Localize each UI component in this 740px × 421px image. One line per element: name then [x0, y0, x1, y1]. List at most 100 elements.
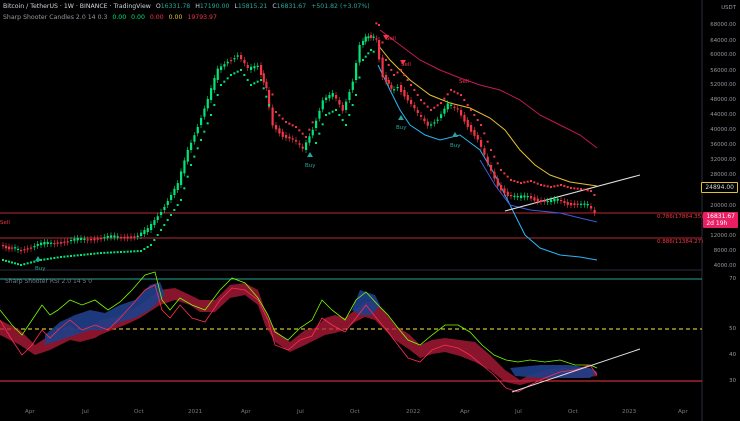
trailing-stop-dot: [367, 52, 370, 55]
trailing-stop-dot: [14, 262, 16, 265]
candle: [213, 78, 216, 90]
trailing-stop-dot: [113, 251, 116, 254]
trailing-stop-dot: [560, 184, 562, 186]
indicator-value: 0.00: [149, 14, 164, 21]
candle: [378, 40, 381, 60]
trailing-stop-dot: [43, 258, 46, 261]
candle: [230, 60, 233, 62]
trailing-stop-dot: [510, 179, 512, 181]
indicator-legend-rsi[interactable]: Sharp Shooter RSI 2.0 14 5 0: [5, 278, 92, 285]
trailing-stop-dot: [103, 251, 106, 254]
indicator-legend-candles[interactable]: Sharp Shooter Candles 2.0 14 0.3 0.00 0.…: [3, 14, 220, 21]
candle: [285, 135, 288, 138]
candle: [566, 202, 569, 205]
trailing-stop-dot: [381, 41, 384, 44]
candle: [246, 65, 249, 69]
time-tick: Jul: [297, 409, 304, 415]
trailing-stop-dot: [446, 93, 449, 96]
candle: [153, 220, 156, 225]
candle: [506, 191, 509, 197]
candle: [533, 197, 536, 201]
trailing-stop-dot: [351, 104, 354, 106]
trailing-stop-dot: [338, 114, 341, 116]
price-trendline[interactable]: [504, 174, 641, 212]
symbol-title[interactable]: Bitcoin / TetherUS · 1W · BINANCE · Trad…: [3, 3, 151, 10]
candle: [473, 130, 476, 136]
sell-signal: Sell: [400, 60, 411, 68]
trailing-stop-dot: [358, 76, 361, 79]
trailing-stop-dot: [271, 93, 274, 96]
candle: [436, 119, 439, 121]
candle: [318, 110, 321, 119]
candle: [253, 66, 256, 69]
candle: [116, 236, 119, 238]
trailing-stop-dot: [486, 140, 489, 143]
candle: [396, 86, 399, 89]
trailing-stop-dot: [583, 188, 586, 191]
trailing-stop-dot: [93, 252, 96, 255]
price-tick: 40000.00: [710, 127, 736, 133]
trailing-stop-dot: [490, 149, 492, 151]
candle: [341, 105, 344, 111]
trailing-stop-dot: [420, 99, 422, 101]
trailing-stop-dot: [364, 55, 367, 58]
candle: [76, 238, 79, 241]
trailing-stop-dot: [30, 261, 32, 264]
trailing-stop-dot: [73, 254, 76, 257]
candle: [2, 245, 5, 247]
trailing-stop-dot: [433, 106, 436, 109]
candle: [586, 204, 589, 206]
candle: [400, 85, 403, 92]
trailing-stop-dot: [341, 119, 344, 121]
candle: [362, 40, 365, 45]
trailing-stop-dot: [321, 123, 324, 126]
candle: [348, 91, 351, 100]
candle: [150, 223, 153, 230]
trailing-stop-dot: [416, 94, 419, 96]
candle: [96, 238, 99, 240]
candle: [288, 136, 291, 139]
trailing-stop-dot: [2, 259, 4, 261]
candle: [73, 238, 76, 241]
trailing-stop-dot: [566, 186, 569, 188]
bar-countdown: 2d 19h: [706, 220, 728, 227]
trailing-stop-dot: [193, 155, 196, 158]
candle: [56, 242, 59, 244]
fib-786-label: 0.786(17864.35): [657, 214, 704, 220]
candle: [120, 237, 123, 239]
price-tick: 44000.00: [710, 112, 736, 118]
rsi-cloud-blue: [45, 282, 165, 345]
time-tick: Apr: [678, 409, 688, 415]
trailing-stop-dot: [372, 50, 375, 53]
price-tick: 20000.00: [710, 203, 736, 209]
trailing-stop-dot: [430, 109, 432, 111]
red-band-line: [379, 29, 598, 149]
time-tick: Oct: [134, 409, 144, 415]
trading-chart[interactable]: Buy Buy Buy Buy Sell Sell Sell Sell: [0, 0, 740, 421]
candle: [100, 238, 103, 240]
svg-text:Buy: Buy: [305, 163, 316, 169]
candle: [260, 65, 263, 75]
candle: [265, 81, 268, 89]
trailing-stop-dot: [265, 95, 268, 98]
current-price-tag: 16831.67 2d 19h: [703, 212, 738, 228]
candle: [8, 246, 11, 250]
trailing-stop-dot: [387, 64, 390, 66]
candle: [113, 235, 116, 238]
trailing-stop-dot: [288, 122, 291, 125]
buy-signal: Buy: [35, 256, 46, 272]
candle: [416, 110, 419, 114]
trailing-stop-dot: [556, 184, 559, 187]
trailing-stop-dot: [180, 199, 182, 201]
candle: [440, 114, 443, 118]
trailing-stop-dot: [150, 244, 152, 246]
indicator-name: Sharp Shooter Candles 2.0 14 0.3: [3, 14, 108, 21]
candle: [503, 188, 506, 194]
candle: [103, 237, 106, 239]
trailing-stop-dot: [396, 71, 399, 74]
price-tick: 32000.00: [710, 157, 736, 163]
time-tick: Oct: [350, 409, 360, 415]
candle: [43, 242, 46, 245]
candle: [480, 140, 483, 147]
candle: [63, 241, 66, 243]
